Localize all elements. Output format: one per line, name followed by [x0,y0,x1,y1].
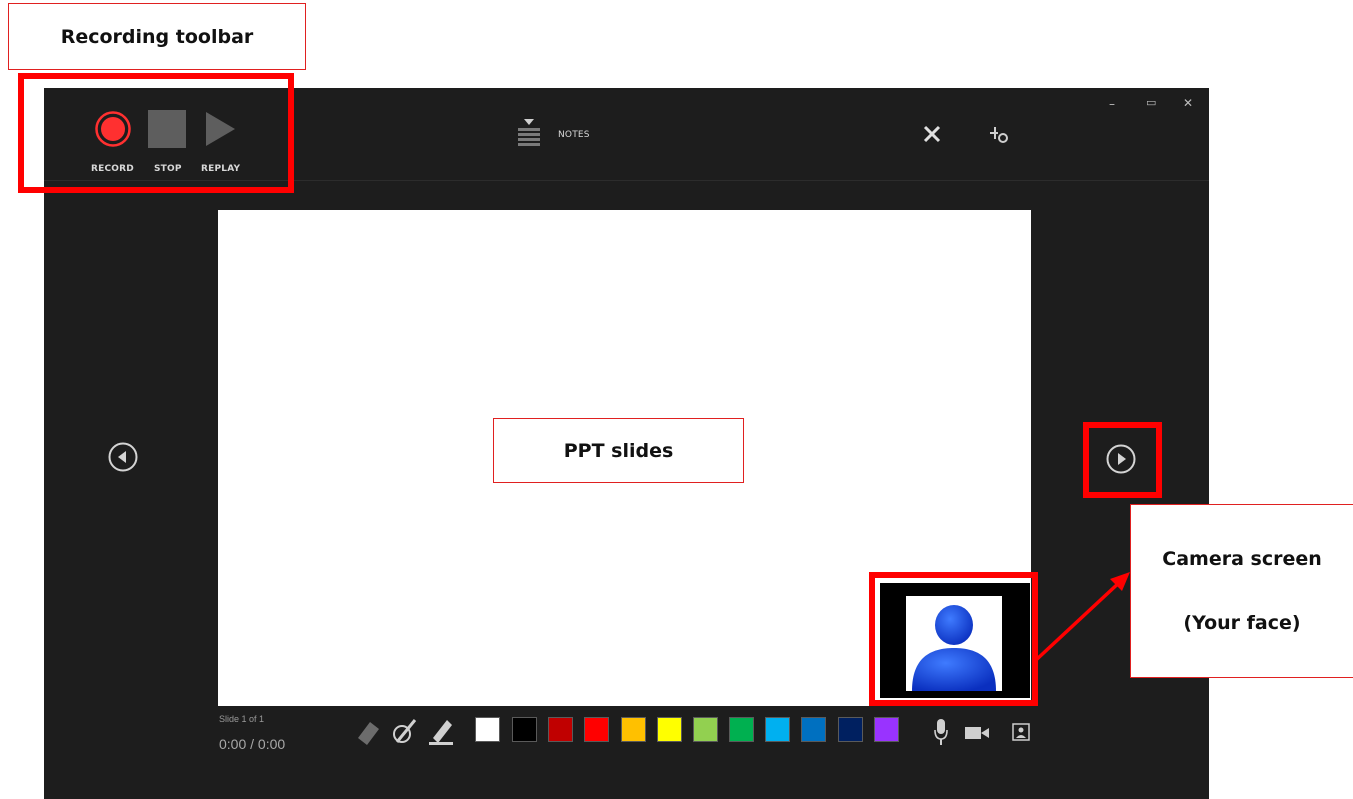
microphone-icon [934,719,948,745]
callout-ppt-slides-text: PPT slides [563,439,674,462]
pen-icon [393,719,417,743]
previous-slide-button[interactable] [108,442,138,472]
color-swatch-red[interactable] [584,717,609,742]
camera-toggle-button[interactable] [964,725,990,741]
notes-label: NOTES [558,130,590,140]
eraser-icon [358,722,379,745]
camera-preview-toggle-button[interactable] [1012,723,1030,741]
callout-recording-toolbar-text: Recording toolbar [60,25,254,48]
color-swatch-blue[interactable] [801,717,826,742]
color-swatch-purple[interactable] [874,717,899,742]
settings-icon [990,127,1008,143]
settings-button[interactable] [988,123,1010,145]
callout-camera-screen: Camera screen (Your face) [1130,504,1353,678]
slide-counter: Slide 1 of 1 [219,714,265,724]
highlight-camera-preview [869,572,1038,706]
color-swatch-black[interactable] [512,717,537,742]
highlight-next-slide [1083,422,1162,498]
color-swatch-light-blue[interactable] [765,717,790,742]
color-swatch-dark-blue[interactable] [838,717,863,742]
color-swatch-orange[interactable] [621,717,646,742]
callout-ppt-slides: PPT slides [493,418,744,483]
previous-slide-icon [108,442,138,472]
color-swatch-green[interactable] [729,717,754,742]
camera-icon [965,727,989,739]
eraser-button[interactable] [355,718,381,746]
notes-icon [518,119,540,146]
callout-arrow [1034,572,1130,662]
notes-button[interactable] [516,118,542,152]
camera-preview-icon [1012,723,1030,741]
restore-button[interactable]: ▭ [1146,97,1156,109]
close-icon [923,125,941,143]
callout-camera-line1: Camera screen [1162,547,1322,570]
callout-recording-toolbar: Recording toolbar [8,3,306,70]
color-swatch-light-green[interactable] [693,717,718,742]
highlighter-button[interactable] [427,716,455,746]
color-swatch-white[interactable] [475,717,500,742]
callout-camera-line2: (Your face) [1183,612,1301,635]
recording-timer: 0:00 / 0:00 [219,736,286,752]
highlight-recording-toolbar [18,73,294,193]
microphone-button[interactable] [933,718,949,746]
color-swatch-dark-red[interactable] [548,717,573,742]
close-presentation-button[interactable] [922,124,942,144]
highlighter-icon [429,720,453,745]
minimize-button[interactable]: – [1109,98,1115,110]
pen-button[interactable] [391,716,419,746]
window-close-button[interactable]: ✕ [1183,97,1193,109]
color-swatch-yellow[interactable] [657,717,682,742]
